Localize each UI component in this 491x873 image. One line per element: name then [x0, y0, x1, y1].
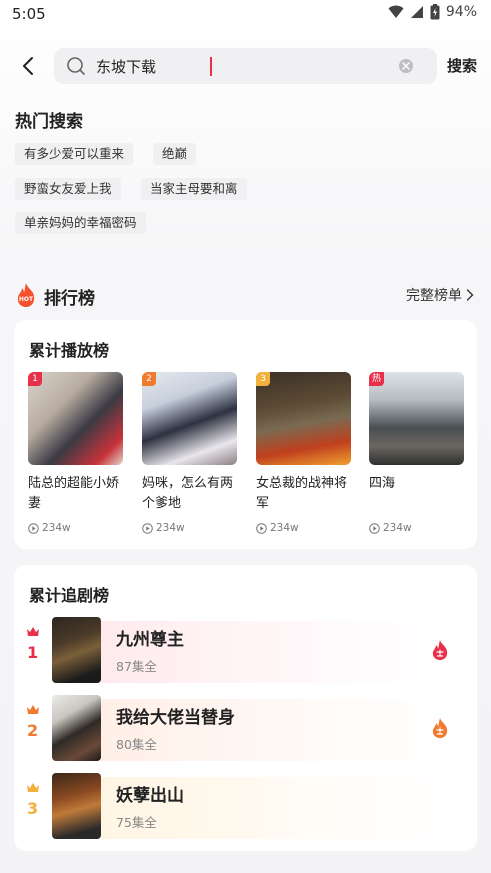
episode-count: 75集全 [116, 815, 157, 830]
rank-number: 3 [27, 799, 39, 818]
play-count: 234w [369, 522, 464, 534]
hot-tag[interactable]: 有多少爱可以重来 [15, 143, 134, 165]
rank-badge: 1 [28, 372, 42, 386]
fire-icon [432, 640, 448, 660]
hot-search-title: 热门搜索 [15, 112, 83, 132]
play-icon [142, 522, 153, 534]
full-list-link[interactable]: 完整榜单 [406, 285, 474, 305]
play-title: 女总裁的战神将军 [256, 476, 348, 511]
play-item[interactable]: 1 陆总的超能小娇妻 234w [28, 372, 123, 534]
follow-ranking-card: 累计追剧榜 1 九州尊主 87集全 2 我给大佬当替身 80集全 3 妖孽出山 … [14, 565, 477, 851]
play-title: 妈咪，怎么有两个爹地 [142, 476, 234, 511]
play-item[interactable]: 热 四海 234w [369, 372, 464, 534]
crown-icon [27, 705, 39, 714]
poster-image: 2 [142, 372, 237, 465]
rank-number: 1 [27, 643, 39, 662]
hot-tag[interactable]: 野蛮女友爱上我 [15, 178, 121, 200]
play-count-value: 234w [42, 522, 71, 534]
play-icon [369, 522, 380, 534]
rank-badge: 3 [256, 372, 270, 386]
poster-image: 热 [369, 372, 464, 465]
play-count-value: 234w [156, 522, 185, 534]
poster-image [52, 617, 101, 683]
rank-badge: 热 [369, 372, 385, 386]
rank-badge: 2 [142, 372, 156, 386]
poster-image: 1 [28, 372, 123, 465]
play-item[interactable]: 2 妈咪，怎么有两个爹地 234w [142, 372, 237, 534]
battery-percent: 94% [445, 4, 477, 20]
fire-icon [432, 718, 448, 738]
poster-image [52, 695, 101, 761]
poster-image: 3 [256, 372, 351, 465]
chevron-left-icon [23, 57, 33, 75]
full-list-label: 完整榜单 [406, 288, 462, 304]
follow-item[interactable]: 1 九州尊主 87集全 [14, 617, 477, 683]
episode-count: 87集全 [116, 659, 157, 674]
play-count-value: 234w [270, 522, 299, 534]
play-count: 234w [28, 522, 123, 534]
follow-item[interactable]: 2 我给大佬当替身 80集全 [14, 695, 477, 761]
signal-icon [410, 6, 423, 18]
search-button[interactable]: 搜索 [447, 55, 477, 76]
ranking-header: HOT 排行榜 完整榜单 [14, 282, 478, 309]
drama-title: 妖孽出山 [116, 786, 184, 806]
poster-image [52, 773, 101, 839]
hot-tag[interactable]: 绝巅 [153, 143, 197, 165]
ranking-title: 排行榜 [44, 289, 95, 309]
search-box[interactable] [54, 48, 437, 84]
hot-tag[interactable]: 当家主母要和离 [141, 178, 247, 200]
chevron-right-icon [466, 289, 474, 301]
status-icons: 94% [388, 4, 477, 20]
wifi-icon [388, 5, 404, 18]
episode-count: 80集全 [116, 737, 157, 752]
clear-button[interactable] [399, 59, 413, 73]
back-button[interactable] [14, 52, 42, 80]
search-bar: 搜索 [0, 48, 491, 84]
hot-tag[interactable]: 单亲妈妈的幸福密码 [15, 212, 146, 234]
follow-ranking-title: 累计追剧榜 [29, 586, 110, 605]
status-bar: 5:05 94% [0, 0, 491, 30]
search-icon [67, 57, 85, 75]
play-icon [28, 522, 39, 534]
crown-icon [27, 627, 39, 636]
play-count: 234w [256, 522, 351, 534]
rank-number: 2 [27, 721, 39, 740]
hot-badge-text: HOT [19, 296, 34, 303]
crown-icon [27, 783, 39, 792]
play-ranking-title: 累计播放榜 [29, 341, 110, 360]
play-count-value: 234w [383, 522, 412, 534]
status-time: 5:05 [12, 5, 46, 23]
play-item[interactable]: 3 女总裁的战神将军 234w [256, 372, 351, 534]
drama-title: 我给大佬当替身 [116, 708, 235, 728]
battery-icon [430, 4, 440, 20]
play-count: 234w [142, 522, 237, 534]
search-input[interactable] [96, 48, 386, 84]
play-title: 四海 [369, 476, 396, 491]
drama-title: 九州尊主 [116, 630, 184, 650]
text-caret [210, 57, 212, 76]
close-icon [402, 62, 410, 70]
play-ranking-card: 累计播放榜 1 陆总的超能小娇妻 234w 2 妈咪，怎么有两个爹地 234w … [14, 320, 477, 549]
follow-item[interactable]: 3 妖孽出山 75集全 [14, 773, 477, 839]
play-icon [256, 522, 267, 534]
play-title: 陆总的超能小娇妻 [28, 476, 120, 511]
hot-fire-icon: HOT [17, 283, 35, 307]
